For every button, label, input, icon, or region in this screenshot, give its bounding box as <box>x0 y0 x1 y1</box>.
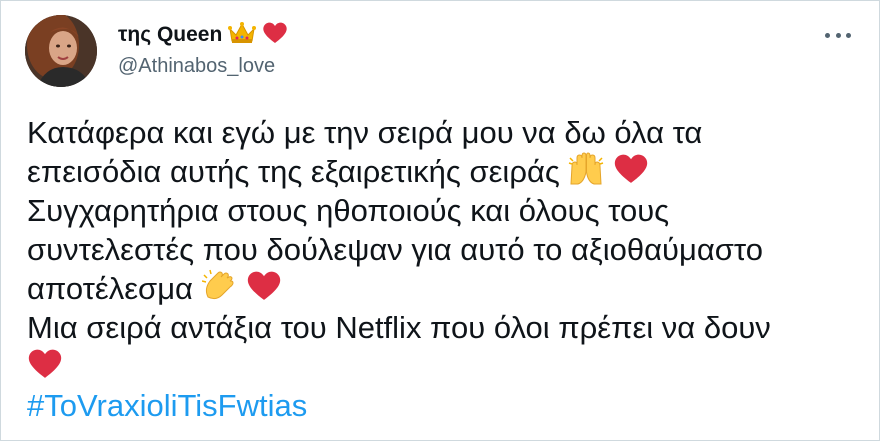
display-name[interactable]: της Queen <box>118 23 222 47</box>
dot-icon <box>835 32 841 38</box>
tweet-card: της Queen @Athinabos_love Κατάφερα και ε… <box>0 0 880 441</box>
more-options-icon[interactable] <box>825 27 851 43</box>
red-heart-icon <box>262 21 288 50</box>
tweet-text-segment: συντελεστές που δούλεψαν για αυτό το αξι… <box>27 232 763 267</box>
avatar[interactable] <box>25 15 97 87</box>
tweet-text-segment: Κατάφερα και εγώ με την σειρά μου να δω … <box>27 115 703 150</box>
tweet-line-6: Μια σειρά αντάξια του Netflix που όλοι π… <box>27 308 867 347</box>
tweet-text-segment: επεισόδια αυτής της εξαιρετικής σειράς <box>27 154 560 189</box>
red-heart-icon <box>613 152 649 195</box>
tweet-line-8: #ToVraxioliTisFwtias <box>27 386 867 425</box>
dot-icon <box>825 32 830 38</box>
raising-hands-icon <box>568 152 604 195</box>
tweet-line-7 <box>27 347 867 386</box>
author-handle[interactable]: @Athinabos_love <box>118 55 275 78</box>
tweet-text: Κατάφερα και εγώ με την σειρά μου να δω … <box>27 113 867 425</box>
tweet-line-1: Κατάφερα και εγώ με την σειρά μου να δω … <box>27 113 867 152</box>
author-name-row: της Queen <box>118 20 288 50</box>
tweet-text-segment: αποτέλεσμα <box>27 271 193 306</box>
tweet-line-3: Συγχαρητήρια στους ηθοποιούς και όλους τ… <box>27 191 867 230</box>
red-heart-icon <box>27 347 63 390</box>
tweet-text-segment: Μια σειρά αντάξια του Netflix που όλοι π… <box>27 310 771 345</box>
dot-icon <box>846 32 851 38</box>
tweet-line-2: επεισόδια αυτής της εξαιρετικής σειράς <box>27 152 867 191</box>
tweet-text-segment: Συγχαρητήρια στους ηθοποιούς και όλους τ… <box>27 193 670 228</box>
tweet-line-4: συντελεστές που δούλεψαν για αυτό το αξι… <box>27 230 867 269</box>
profile-photo-icon <box>25 15 97 87</box>
clapping-hands-icon <box>201 269 238 312</box>
crown-icon <box>228 21 257 50</box>
red-heart-icon <box>246 269 282 312</box>
tweet-line-5: αποτέλεσμα <box>27 269 867 308</box>
hashtag-link[interactable]: #ToVraxioliTisFwtias <box>27 388 307 423</box>
